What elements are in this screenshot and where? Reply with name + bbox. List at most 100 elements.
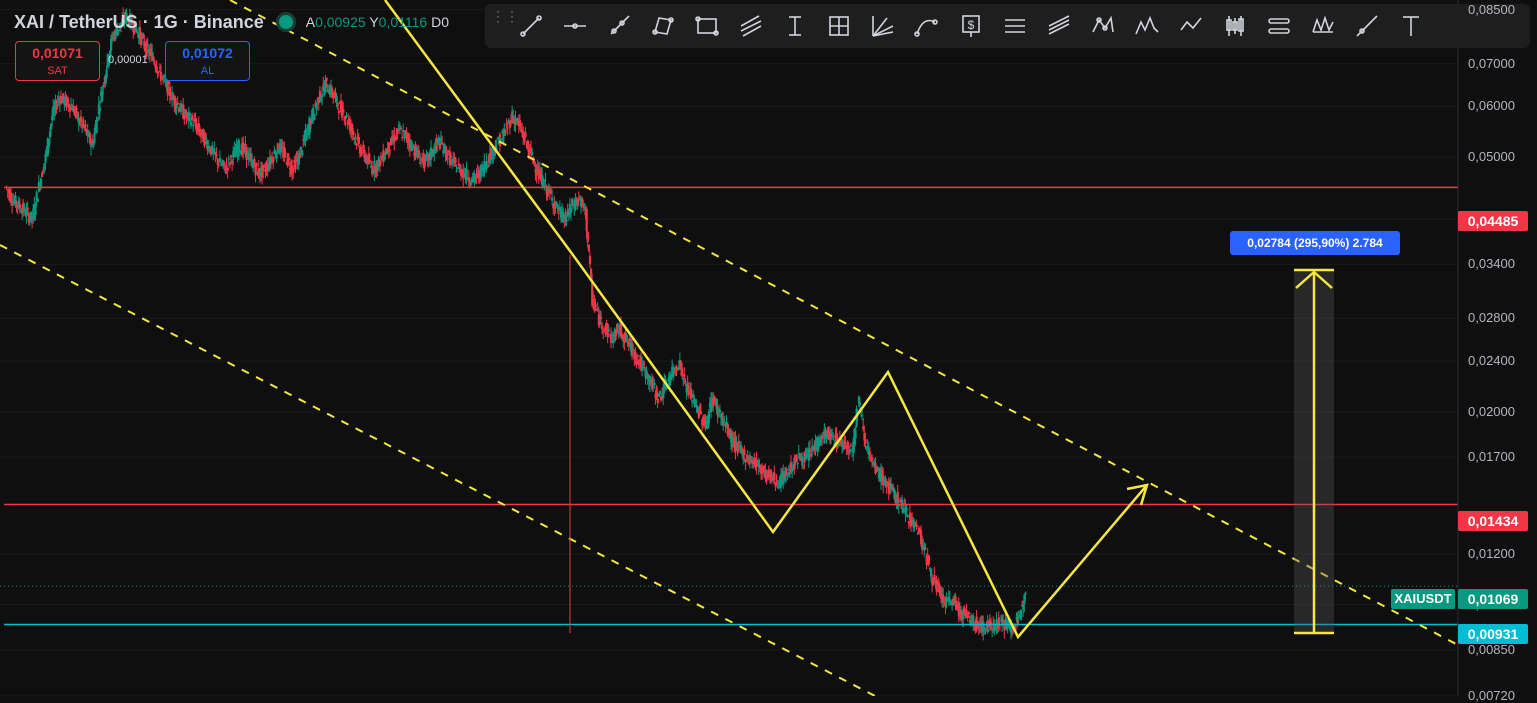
up-candle-body (658, 390, 662, 395)
toolbar-grip-icon[interactable]: ⋮⋮ (491, 9, 519, 41)
down-candle-body (504, 128, 507, 134)
up-candle-body (301, 150, 304, 156)
price-chart[interactable] (0, 0, 1537, 696)
up-candle-body (906, 515, 909, 517)
resistance-level-label-1: 0,04485 (1458, 211, 1528, 231)
symbol-title[interactable]: XAI / TetherUS · 1G · Binance (14, 12, 264, 33)
gann-fan-icon[interactable] (864, 8, 902, 44)
up-candle-body (218, 158, 222, 163)
sell-label: SAT (47, 65, 68, 77)
fib-retracement-icon-glyph (829, 16, 849, 36)
high-label: Y (369, 14, 379, 30)
up-candle-body (188, 113, 192, 116)
down-candle-body (325, 77, 328, 81)
curve-icon-glyph (914, 19, 938, 37)
down-candle-body (743, 449, 746, 455)
head-shoulders-icon-glyph (1312, 15, 1334, 33)
xabcd-pattern-icon-glyph (1092, 15, 1114, 33)
rotated-rectangle-icon[interactable] (644, 8, 682, 44)
down-candle-body (773, 472, 776, 480)
price-tick-label: 0,02000 (1468, 403, 1515, 419)
down-candle-body (287, 157, 290, 161)
up-candle-body (551, 197, 554, 201)
down-candle-body (586, 231, 589, 243)
up-candle-body (455, 170, 458, 173)
buy-button[interactable]: 0,01072 AL (165, 41, 250, 81)
price-tick-label: 0,05000 (1468, 149, 1515, 165)
down-candle-body (441, 142, 444, 145)
price-range-measure-label[interactable]: 0,02784 (295,90%) 2.784 (1230, 231, 1400, 255)
date-range-icon[interactable] (996, 8, 1034, 44)
up-candle-body (707, 411, 710, 424)
up-candle-body (315, 104, 318, 111)
down-candle-body (523, 137, 526, 142)
down-candle-body (524, 132, 527, 137)
down-candle-body (656, 398, 659, 404)
info-line-icon-glyph (1356, 15, 1378, 37)
rotated-rectangle-icon-glyph (652, 17, 674, 35)
sell-button[interactable]: 0,01071 SAT (15, 41, 100, 81)
down-candle-body (915, 524, 918, 527)
trend-line-icon[interactable] (512, 8, 550, 44)
head-shoulders-icon[interactable] (1304, 8, 1342, 44)
down-candle-body (942, 594, 945, 603)
price-range-icon[interactable]: $ (952, 8, 990, 44)
down-candle-body (864, 439, 867, 444)
open-label: A (305, 14, 316, 30)
elliott-wave-icon[interactable] (1128, 8, 1166, 44)
price-tick-label: 0,02800 (1468, 310, 1515, 326)
down-candle-body (681, 368, 684, 376)
up-candle-body (607, 329, 610, 332)
text-icon[interactable] (1392, 8, 1430, 44)
down-candle-body (557, 212, 560, 214)
down-candle-body (450, 155, 453, 158)
up-candle-body (321, 93, 324, 98)
up-candle-body (335, 95, 338, 102)
down-candle-body (808, 448, 812, 450)
down-candle-body (75, 108, 78, 110)
down-candle-body (217, 164, 220, 166)
rectangle-icon-glyph (695, 16, 719, 36)
down-candle-body (337, 110, 340, 114)
fib-retracement-icon[interactable] (820, 8, 858, 44)
extra-label: D0 (431, 14, 449, 30)
parallel-channel-icon[interactable] (732, 8, 770, 44)
up-candle-body (470, 183, 473, 186)
curve-icon[interactable] (908, 8, 946, 44)
down-candle-body (336, 103, 339, 107)
price-tick-label: 0,01700 (1468, 449, 1515, 465)
info-line-icon[interactable] (1348, 8, 1386, 44)
down-candle-body (82, 119, 85, 126)
down-candle-body (357, 137, 360, 145)
path-icon[interactable] (1172, 8, 1210, 44)
up-candle-body (854, 429, 857, 439)
sell-price: 0,01071 (32, 45, 83, 61)
ray-icon[interactable] (600, 8, 638, 44)
down-candle-body (292, 168, 295, 173)
up-candle-body (98, 107, 102, 112)
xabcd-pattern-icon[interactable] (1084, 8, 1122, 44)
candle-bars-icon[interactable] (1216, 8, 1254, 44)
down-candle-body (191, 114, 194, 120)
regression-trend-icon[interactable] (1040, 8, 1078, 44)
elliott-wave-icon-glyph (1135, 15, 1159, 35)
up-candle-body (544, 180, 547, 182)
rectangle-icon[interactable] (688, 8, 726, 44)
up-candle-body (40, 178, 43, 188)
up-candle-body (275, 152, 278, 159)
price-note-icon[interactable] (1260, 8, 1298, 44)
down-candle-body (225, 165, 228, 167)
trend-line-icon-glyph (520, 15, 542, 37)
up-candle-body (190, 122, 193, 126)
up-candle-body (801, 456, 804, 465)
up-candle-body (718, 409, 722, 413)
long-position-icon[interactable] (776, 8, 814, 44)
support-level-label: 0,00931 (1458, 624, 1528, 644)
symbol-price-tag: XAIUSDT (1391, 589, 1455, 609)
spread-value: 0,00001 (108, 54, 148, 66)
high-value: 0,01116 (378, 14, 428, 30)
horizontal-ray-icon[interactable] (556, 8, 594, 44)
up-candle-body (446, 158, 449, 160)
up-candle-body (34, 207, 37, 215)
down-candle-body (821, 435, 824, 439)
